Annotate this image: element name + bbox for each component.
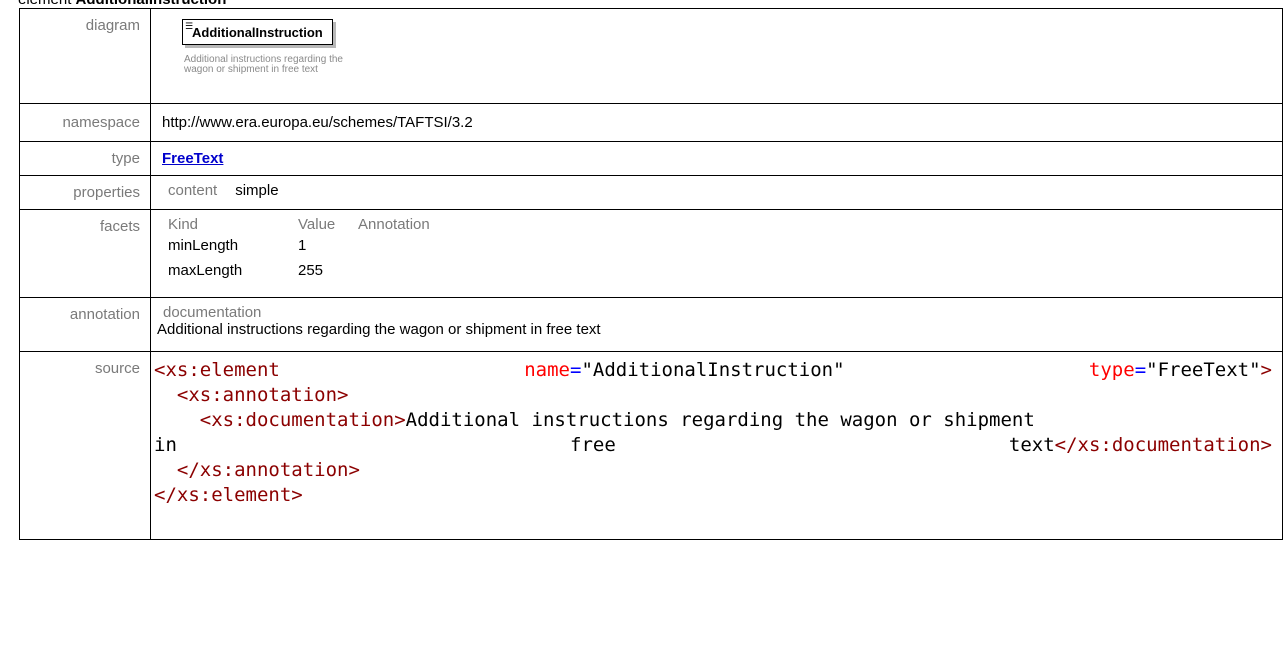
source-token: <xs:element [154,359,280,381]
source-line: </xs:annotation> [154,458,1262,483]
row-facets: facets Kind Value Annotation minLength 1… [19,209,1283,298]
source-token: <xs:documentation> [199,409,406,431]
source-token: "FreeText" [1146,359,1261,381]
source-token: </xs:element> [154,484,303,506]
facet-row: minLength 1 [162,237,1272,254]
row-type: type FreeText [19,141,1283,176]
row-annotation: annotation documentation Additional inst… [19,297,1283,352]
facet-kind: maxLength [168,262,243,279]
label-type: type [19,141,151,176]
row-source: source <xs:element name="AdditionalInstr… [19,351,1283,540]
namespace-value: http://www.era.europa.eu/schemes/TAFTSI/… [150,103,1283,142]
heading-prefix: element [18,0,71,8]
label-source: source [19,351,151,540]
source-token: name [524,359,570,381]
source-token: > [1260,359,1272,381]
source-token: type [1088,359,1135,381]
type-link[interactable]: FreeText [162,150,223,167]
row-properties: properties content simple [19,175,1283,210]
facet-header-annotation: Annotation [358,216,430,233]
annotation-key: documentation [163,304,262,321]
facet-value: 255 [298,262,324,279]
source-token: free [570,434,616,456]
page-heading: element AdditionalInstruction [0,0,1287,8]
row-namespace: namespace http://www.era.europa.eu/schem… [19,103,1283,142]
facet-value: 1 [298,237,307,254]
diagram-caption: Additional instructions regarding the wa… [184,54,343,75]
annotation-text: Additional instructions regarding the wa… [157,321,601,338]
heading-element-name: AdditionalInstruction [76,0,227,8]
source-token: </xs:documentation> [1054,434,1272,456]
source-line: <xs:documentation> Additional instruction… [154,408,1262,433]
source-line: in free text</xs:documentation> [154,433,1272,458]
facets-header: Kind Value Annotation [162,216,1272,233]
element-icon: ☰ [185,21,194,31]
source-line: <xs:element name="AdditionalInstruction"… [154,359,1272,381]
source-line: <xs:annotation> [154,383,1262,408]
source-token: in [154,434,177,456]
diagram-element-name: AdditionalInstruction [192,25,323,40]
facet-row: maxLength 255 [162,262,1272,279]
row-diagram: diagram ☰ AdditionalInstruction Addition… [19,8,1283,104]
source-code: <xs:element name="AdditionalInstruction"… [154,352,1272,508]
source-token: text [1008,434,1055,456]
label-properties: properties [19,175,151,210]
source-token: <xs:annotation> [176,384,349,406]
source-token: "AdditionalInstruction" [581,359,845,381]
properties-grid: content simple [162,182,1272,199]
diagram-cell: ☰ AdditionalInstruction Additional instr… [150,8,1283,104]
label-annotation: annotation [19,297,151,352]
label-facets: facets [19,209,151,298]
source-line: </xs:element> [154,483,1262,508]
diagram-element-box[interactable]: ☰ AdditionalInstruction [182,19,333,45]
label-diagram: diagram [19,8,151,104]
facet-header-value: Value [298,216,336,233]
facet-kind: minLength [168,237,239,254]
property-value: simple [235,182,279,199]
source-token: Additional instructions regarding the wa… [405,409,1035,431]
facet-header-kind: Kind [168,216,199,233]
element-doc-table: diagram ☰ AdditionalInstruction Addition… [19,8,1283,540]
label-namespace: namespace [19,103,151,142]
property-key: content [168,182,218,199]
source-token: </xs:annotation> [176,459,360,481]
